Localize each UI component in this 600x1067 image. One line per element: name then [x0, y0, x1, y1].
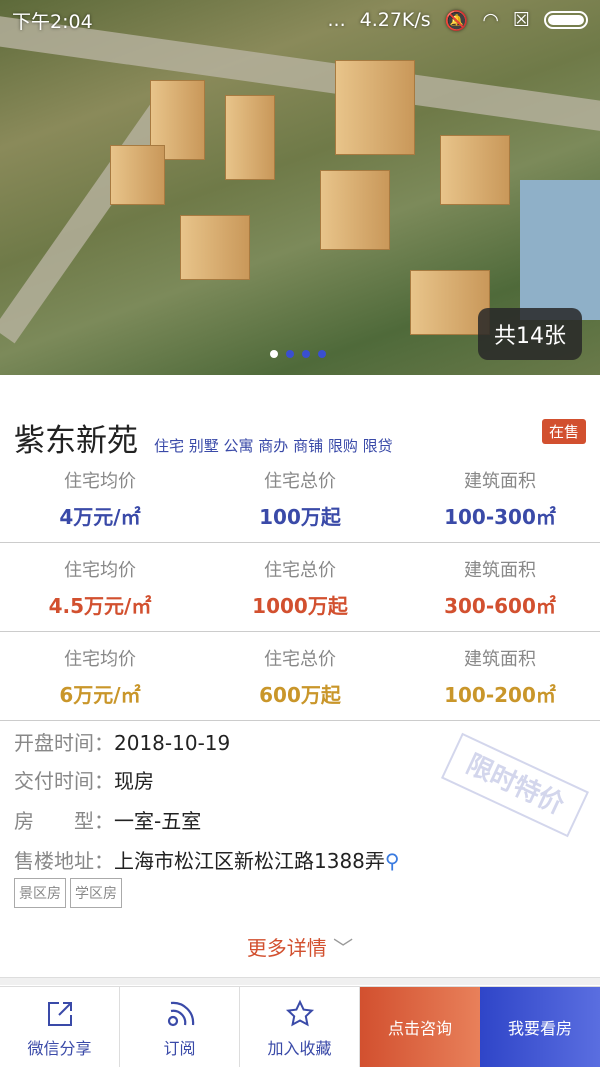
photo-building [335, 60, 415, 155]
price-cell: 住宅均价 4.5万元/㎡ [0, 544, 200, 631]
network-speed: 4.27K/s [359, 9, 431, 31]
chevron-down-icon: ﹀ [333, 936, 354, 960]
carousel-indicator [270, 350, 326, 358]
price-cell: 住宅总价 1000万起 [200, 544, 400, 631]
consult-button[interactable]: 点击咨询 [360, 987, 480, 1067]
info-unit-type: 房 型：一室-五室 [14, 809, 202, 833]
share-icon [0, 997, 119, 1031]
photo-building [110, 145, 165, 205]
price-label: 建筑面积 [464, 560, 536, 581]
mute-icon: 🔕 [444, 9, 469, 32]
price-value: 1000万起 [252, 594, 348, 618]
price-value: 600万起 [259, 683, 341, 707]
price-value: 100-200㎡ [444, 683, 556, 707]
battery-icon [544, 11, 588, 29]
info-delivery-time: 交付时间：现房 [14, 769, 154, 793]
status-badge: 在售 [541, 419, 586, 444]
photo-count-badge[interactable]: 共14张 [478, 308, 582, 360]
info-opening-date: 开盘时间：2018-10-19 [14, 731, 231, 755]
price-value: 6万元/㎡ [59, 683, 141, 707]
wechat-share-button[interactable]: 微信分享 [0, 987, 120, 1067]
star-icon [240, 997, 359, 1031]
property-header: 紫东新苑 住宅 别墅 公寓 商办 商铺 限购 限贷 [14, 415, 586, 460]
price-label: 住宅总价 [264, 471, 336, 492]
price-cell: 住宅均价 4万元/㎡ [0, 455, 200, 542]
add-favorite-button[interactable]: 加入收藏 [240, 987, 360, 1067]
price-value: 100-300㎡ [444, 505, 556, 529]
photo-water [520, 180, 600, 320]
rss-icon [120, 997, 239, 1031]
property-photo-carousel[interactable]: 下午2:04 ... 4.27K/s 🔕 ◠ ☒ 共14张 [0, 0, 600, 375]
price-value: 4.5万元/㎡ [48, 594, 152, 618]
property-tags: 住宅 别墅 公寓 商办 商铺 限购 限贷 [154, 437, 393, 455]
price-label: 住宅总价 [264, 560, 336, 581]
section-divider [0, 977, 600, 985]
price-cell: 建筑面积 100-200㎡ [400, 633, 600, 720]
wifi-icon: ◠ [482, 9, 499, 31]
price-label: 建筑面积 [464, 649, 536, 670]
carousel-dot[interactable] [318, 350, 326, 358]
bottom-action-bar: 微信分享 订阅 加入收藏 点击咨询 我要看房 [0, 986, 600, 1067]
price-row: 住宅均价 4万元/㎡ 住宅总价 100万起 建筑面积 100-300㎡ [0, 455, 600, 543]
price-value: 4万元/㎡ [59, 505, 141, 529]
carousel-dot[interactable] [286, 350, 294, 358]
status-dots: ... [327, 9, 346, 31]
status-bar: 下午2:04 ... 4.27K/s 🔕 ◠ ☒ [0, 0, 600, 40]
chip-school: 学区房 [70, 878, 122, 908]
chip-scenic: 景区房 [14, 878, 66, 908]
photo-building [180, 215, 250, 280]
photo-building [320, 170, 390, 250]
more-details-button[interactable]: 更多详情 ﹀ [0, 932, 600, 961]
book-viewing-button[interactable]: 我要看房 [480, 987, 600, 1067]
price-label: 住宅均价 [64, 471, 136, 492]
photo-building [440, 135, 510, 205]
carousel-dot[interactable] [270, 350, 278, 358]
price-cell: 建筑面积 100-300㎡ [400, 455, 600, 542]
price-label: 住宅总价 [264, 649, 336, 670]
feature-chips: 景区房 学区房 [14, 878, 122, 908]
carousel-dot[interactable] [302, 350, 310, 358]
price-value: 100万起 [259, 505, 341, 529]
price-row: 住宅均价 4.5万元/㎡ 住宅总价 1000万起 建筑面积 300-600㎡ [0, 544, 600, 632]
info-sales-address[interactable]: 售楼地址：上海市松江区新松江路1388弄⚲ [14, 845, 400, 874]
price-cell: 住宅总价 100万起 [200, 455, 400, 542]
price-label: 住宅均价 [64, 649, 136, 670]
price-cell: 住宅均价 6万元/㎡ [0, 633, 200, 720]
price-label: 住宅均价 [64, 560, 136, 581]
promo-stamp: 限时特价 [440, 732, 590, 838]
location-pin-icon[interactable]: ⚲ [385, 849, 400, 873]
photo-building [225, 95, 275, 180]
sim-icon: ☒ [512, 9, 530, 31]
property-name: 紫东新苑 [14, 423, 138, 459]
status-time: 下午2:04 [12, 10, 93, 33]
price-cell: 住宅总价 600万起 [200, 633, 400, 720]
price-cell: 建筑面积 300-600㎡ [400, 544, 600, 631]
subscribe-button[interactable]: 订阅 [120, 987, 240, 1067]
price-label: 建筑面积 [464, 471, 536, 492]
price-value: 300-600㎡ [444, 594, 556, 618]
price-row: 住宅均价 6万元/㎡ 住宅总价 600万起 建筑面积 100-200㎡ [0, 633, 600, 721]
